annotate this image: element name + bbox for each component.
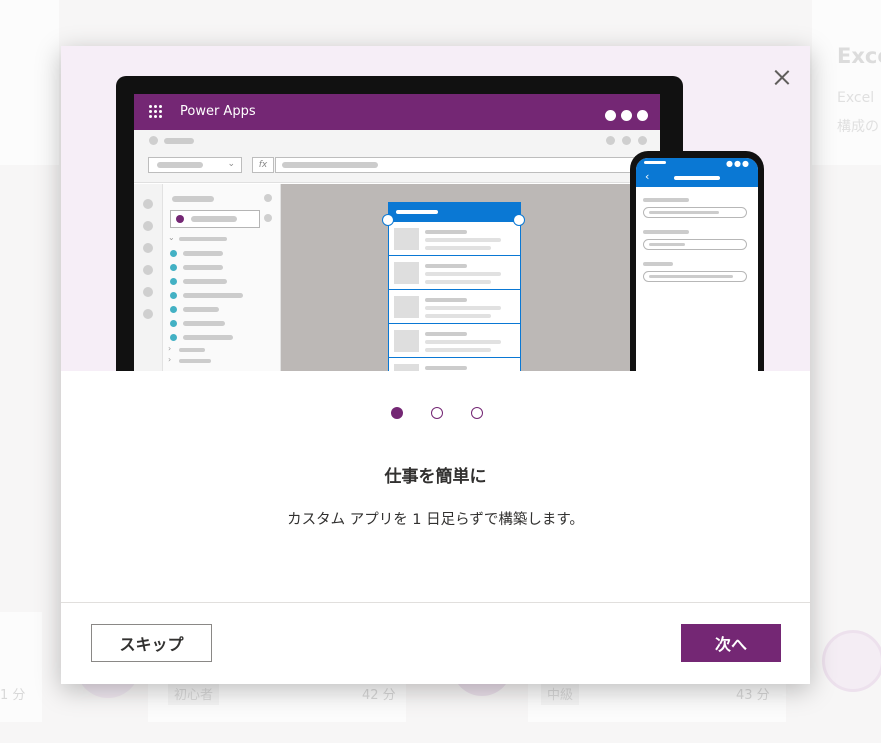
hero-illustration: Power Apps ⌄ fx ⌄ › › ●●● ‹: [61, 46, 810, 371]
phone-screen: ●●● ‹: [636, 158, 758, 371]
gallery-row: [389, 256, 520, 290]
chevron-down-icon: ⌄: [227, 159, 235, 169]
pager-dot-2[interactable]: [431, 407, 443, 419]
slide-description: カスタム アプリを 1 日足らずで構築します。: [287, 512, 584, 528]
app-header-bar: Power Apps: [134, 94, 660, 130]
phone-field: [643, 207, 747, 218]
slide-title: 仕事を簡単に: [384, 467, 487, 487]
resize-handle: [382, 214, 394, 226]
toolbar-dot: [149, 136, 158, 145]
skip-button[interactable]: スキップ: [91, 624, 212, 662]
pager-dot-3[interactable]: [471, 407, 483, 419]
phone-field: [643, 239, 747, 250]
more-icon: ●●●: [726, 159, 750, 168]
waffle-icon: [149, 105, 163, 119]
toolbar-dot: [606, 136, 615, 145]
phone-illustration: ●●● ‹: [630, 151, 764, 371]
toolbar-dot: [622, 136, 631, 145]
onboarding-dialog: Power Apps ⌄ fx ⌄ › › ●●● ‹ 仕事を簡単に カスタム …: [61, 46, 810, 684]
resize-handle: [513, 214, 525, 226]
tree-view-panel: ⌄ › ›: [163, 184, 281, 371]
footer-divider: [61, 602, 810, 603]
image-placeholder-icon: [394, 228, 419, 250]
tree-search-box: [170, 210, 260, 228]
gallery-row: [389, 358, 520, 371]
pager-dot-1[interactable]: [391, 407, 403, 419]
left-nav-rail: [134, 184, 163, 371]
app-title: Power Apps: [180, 104, 256, 119]
gallery-row: [389, 290, 520, 324]
gallery-row: [389, 324, 520, 358]
phone-header: ●●● ‹: [636, 158, 758, 187]
chevron-left-icon: ‹: [645, 170, 650, 183]
more-icon: [600, 106, 648, 125]
image-placeholder-icon: [394, 364, 419, 371]
image-placeholder-icon: [394, 296, 419, 318]
formula-icon: fx: [252, 157, 274, 173]
formula-bar: [275, 157, 660, 173]
toolbar-dot: [638, 136, 647, 145]
phone-field: [643, 271, 747, 282]
laptop-screen: Power Apps ⌄ fx ⌄ › ›: [134, 94, 660, 371]
property-dropdown: ⌄: [148, 157, 242, 173]
close-icon[interactable]: [768, 64, 796, 92]
toolbar-placeholder: [164, 138, 194, 144]
gallery-control: [388, 202, 521, 371]
gallery-row: [389, 222, 520, 256]
laptop-illustration: Power Apps ⌄ fx ⌄ › ›: [116, 76, 683, 371]
image-placeholder-icon: [394, 262, 419, 284]
command-area: ⌄ fx: [134, 130, 660, 183]
image-placeholder-icon: [394, 330, 419, 352]
next-button[interactable]: 次へ: [681, 624, 781, 662]
